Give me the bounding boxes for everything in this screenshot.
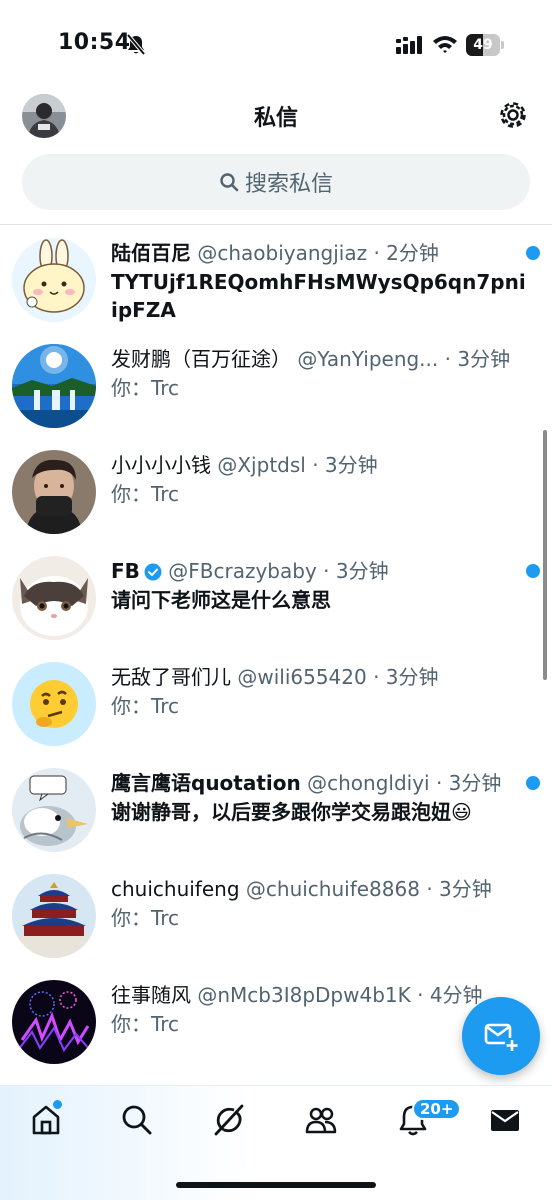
battery-icon: 49 <box>466 34 504 56</box>
message-preview: 你：Trc <box>111 376 180 400</box>
new-message-icon <box>484 1023 519 1052</box>
conversation-item[interactable]: 陆佰百尼 @chaobiyangjiaz · 2分钟 TYTUjf1REQomh… <box>0 226 552 330</box>
conversation-name: 无敌了哥们儿 <box>111 665 231 689</box>
conversation-name: 小小小小钱 <box>111 453 211 477</box>
conversation-time: · 3分钟 <box>426 877 492 901</box>
conversation-handle: @chongldiyi <box>307 771 430 795</box>
conversation-handle: @Xjptdsl <box>217 453 306 477</box>
bell-muted-icon <box>126 34 146 56</box>
conversation-time: · 2分钟 <box>373 241 439 265</box>
status-time: 10:54 <box>58 30 131 55</box>
avatar <box>12 450 96 534</box>
avatar <box>12 344 96 428</box>
nav-search[interactable] <box>117 1100 157 1140</box>
nav-messages[interactable] <box>485 1100 525 1140</box>
conversation-time: · 3分钟 <box>435 771 502 795</box>
divider <box>0 224 552 225</box>
grok-icon <box>214 1104 244 1136</box>
conversation-name: FB <box>111 559 140 583</box>
conversation-time: · 4分钟 <box>417 983 483 1007</box>
message-preview: 你：Trc <box>111 482 180 506</box>
conversation-header: 陆佰百尼 @chaobiyangjiaz · 2分钟 <box>111 238 531 268</box>
conversation-name: 陆佰百尼 <box>111 241 191 265</box>
page-title: 私信 <box>253 106 298 131</box>
search-placeholder: 搜索私信 <box>244 172 333 197</box>
conversation-time: · 3分钟 <box>444 347 511 371</box>
conversation-header: 小小小小钱 @Xjptdsl · 3分钟 <box>111 450 531 480</box>
conversation-header: 鹰言鹰语quotation @chongldiyi · 3分钟 <box>111 768 531 798</box>
conversation-header: 无敌了哥们儿 @wili655420 · 3分钟 <box>111 662 531 692</box>
message-preview: 你：Trc <box>111 906 180 930</box>
conversation-name: 鹰言鹰语quotation <box>111 771 301 795</box>
unread-indicator <box>526 246 540 260</box>
nav-grok[interactable] <box>209 1100 249 1140</box>
conversation-name: 往事随风 <box>111 983 191 1007</box>
new-message-button[interactable] <box>462 997 540 1075</box>
conversation-item[interactable]: FB @FBcrazybaby · 3分钟 请问下老师这是什么意思 <box>0 544 552 648</box>
scrollbar[interactable] <box>543 430 547 680</box>
search-icon <box>122 1105 152 1135</box>
home-indicator <box>176 1182 376 1188</box>
conversation-header: FB @FBcrazybaby · 3分钟 <box>111 556 531 586</box>
battery-level: 49 <box>473 37 493 53</box>
unread-indicator <box>526 776 540 790</box>
message-preview: 请问下老师这是什么意思 <box>111 588 331 612</box>
conversation-handle: @chaobiyangjiaz <box>197 241 368 265</box>
conversation-item[interactable]: 鹰言鹰语quotation @chongldiyi · 3分钟 谢谢静哥，以后要… <box>0 756 552 860</box>
conversation-name: chuichuifeng <box>111 877 240 901</box>
wifi-icon <box>433 36 457 53</box>
message-preview: 谢谢静哥，以后要多跟你学交易跟泡妞😃 <box>111 800 472 824</box>
conversation-item[interactable]: 发财鹏（百万征途） @YanYipeng... · 3分钟 你：Trc <box>0 332 552 436</box>
home-unread-dot <box>53 1100 62 1109</box>
conversation-item[interactable]: chuichuifeng @chuichuife8868 · 3分钟 你：Trc <box>0 862 552 966</box>
conversation-item[interactable]: 无敌了哥们儿 @wili655420 · 3分钟 你：Trc <box>0 650 552 754</box>
cellular-signal-icon <box>396 36 422 54</box>
verified-badge-icon <box>144 563 162 581</box>
communities-icon <box>305 1107 337 1134</box>
conversation-item[interactable]: 小小小小钱 @Xjptdsl · 3分钟 你：Trc <box>0 438 552 542</box>
conversation-time: · 3分钟 <box>312 453 378 477</box>
conversation-name: 发财鹏（百万征途） <box>111 347 291 371</box>
mail-icon <box>491 1110 519 1131</box>
search-icon <box>220 173 239 192</box>
bottom-navigation: 20+ <box>0 1085 552 1200</box>
search-input[interactable]: 搜索私信 <box>22 154 530 210</box>
nav-communities[interactable] <box>301 1100 341 1140</box>
avatar <box>12 556 96 640</box>
message-preview: 你：Trc <box>111 694 180 718</box>
conversation-header: chuichuifeng @chuichuife8868 · 3分钟 <box>111 874 531 904</box>
notifications-badge: 20+ <box>412 1098 462 1120</box>
avatar <box>12 980 96 1064</box>
conversation-handle: @FBcrazybaby <box>168 559 317 583</box>
conversation-handle: @wili655420 <box>237 665 367 689</box>
gear-icon[interactable] <box>497 99 529 131</box>
avatar <box>12 768 96 852</box>
avatar <box>12 238 96 322</box>
conversation-time: · 3分钟 <box>373 665 439 689</box>
unread-indicator <box>526 564 540 578</box>
avatar <box>12 874 96 958</box>
conversation-handle: @nMcb3I8pDpw4b1K <box>197 983 411 1007</box>
conversation-header: 发财鹏（百万征途） @YanYipeng... · 3分钟 <box>111 344 531 374</box>
conversation-handle: @YanYipeng... <box>297 347 439 371</box>
conversation-time: · 3分钟 <box>323 559 389 583</box>
conversation-handle: @chuichuife8868 <box>245 877 420 901</box>
status-bar: 10:54 49 <box>0 0 552 88</box>
conversation-header: 往事随风 @nMcb3I8pDpw4b1K · 4分钟 <box>111 980 531 1010</box>
message-preview: TYTUjf1REQomhFHsMWysQp6qn7pniipFZA <box>111 270 526 322</box>
avatar <box>12 662 96 746</box>
